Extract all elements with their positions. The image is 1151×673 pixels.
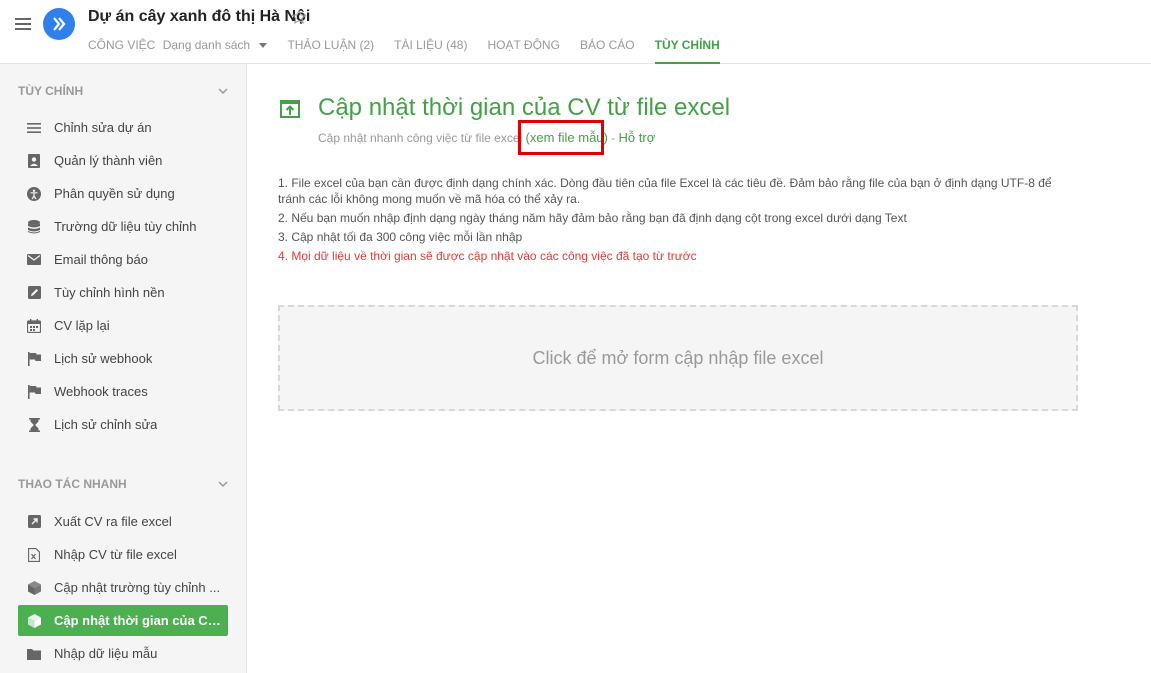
tab-tai-lieu[interactable]: TÀI LIỆU (48) [394,38,467,64]
sidebar-item-label: Email thông báo [54,252,148,267]
sidebar-item-xuat-cv[interactable]: Xuất CV ra file excel [18,506,228,537]
annotation-highlight-box [518,120,604,155]
sidebar-item-tuy-chinh-hinh-nen[interactable]: Tùy chỉnh hình nền [18,277,228,308]
upload-dropzone[interactable]: Click để mở form cập nhập file excel [278,305,1078,411]
cube-icon [27,613,41,628]
instruction-item: 1. File excel của bạn cần được định dạng… [278,176,1052,206]
sidebar-item-label: Lịch sử webhook [54,351,153,366]
sidebar-item-phan-quyen[interactable]: Phân quyền sử dụng [18,178,228,209]
star-icon[interactable] [291,9,307,25]
sidebar-item-label: Quản lý thành viên [54,153,163,168]
view-mode-select[interactable]: Dạng danh sách [163,38,250,52]
sidebar-section-thao-tac-nhanh[interactable]: THAO TÁC NHANH [18,477,228,491]
tab-tuy-chinh[interactable]: TÙY CHỈNH [654,38,720,64]
sidebar-item-nhap-cv[interactable]: Nhập CV từ file excel [18,539,228,570]
flag-icon [27,351,41,366]
sidebar-item-label: Chỉnh sửa dự án [54,120,152,135]
section-heading: TÙY CHỈNH [18,84,84,98]
sidebar-item-label: Nhập CV từ file excel [54,547,177,562]
sidebar-item-lich-su-webhook[interactable]: Lịch sử webhook [18,343,228,374]
sidebar-item-label: Cập nhật trường tùy chỉnh ... [54,580,221,595]
sidebar-item-truong-du-lieu[interactable]: Trường dữ liệu tùy chỉnh [18,211,228,242]
instruction-warning: 4. Mọi dữ liệu về thời gian sẽ được cập … [278,249,697,263]
tab-bao-cao[interactable]: BÁO CÁO [580,38,635,64]
tab-label: CÔNG VIỆC [88,38,156,52]
database-icon [27,219,41,234]
sidebar-item-webhook-traces[interactable]: Webhook traces [18,376,228,407]
sidebar-item-cap-nhat-thoi-gian[interactable]: Cập nhật thời gian của CV ... [18,605,228,636]
calendar-icon [27,318,41,333]
instruction-item: 2. Nếu bạn muốn nhập định dạng ngày thán… [278,211,907,225]
excel-file-icon [27,547,41,562]
sidebar-item-lich-su-chinh-sua[interactable]: Lịch sử chỉnh sửa [18,409,228,440]
section-heading: THAO TÁC NHANH [18,477,127,491]
flag-icon [27,384,41,399]
sidebar-item-label: Phân quyền sử dụng [54,186,175,201]
caret-down-icon[interactable] [259,43,268,49]
contact-icon [27,153,41,168]
hourglass-icon [27,417,41,432]
dropzone-label: Click để mở form cập nhập file excel [532,347,824,368]
tab-thao-luan[interactable]: THẢO LUẬN (2) [287,38,374,64]
app-logo[interactable] [43,8,75,40]
project-title: Dự án cây xanh đô thị Hà Nội [88,8,311,25]
hamburger-menu-icon[interactable] [15,18,31,32]
sidebar-item-email-thong-bao[interactable]: Email thông báo [18,244,228,275]
cube-icon [27,580,41,595]
folder-icon [27,647,41,661]
sidebar-item-quan-ly-thanh-vien[interactable]: Quản lý thành viên [18,145,228,176]
tab-cong-viec[interactable]: CÔNG VIỆC Dạng danh sách [88,38,268,64]
chevron-down-icon [218,481,228,488]
sidebar-item-label: Cập nhật thời gian của CV ... [54,613,228,628]
sidebar-section-tuy-chinh[interactable]: TÙY CHỈNH [18,84,228,98]
sidebar-item-cap-nhat-truong[interactable]: Cập nhật trường tùy chỉnh ... [18,572,228,603]
sidebar-item-nhap-du-lieu-mau[interactable]: Nhập dữ liệu mẫu [18,638,228,669]
instruction-item: 3. Cập nhật tối đa 300 công việc mỗi lần… [278,230,523,244]
chevron-down-icon [218,88,228,95]
subtitle-text: Cập nhật nhanh công việc từ file excel [318,131,523,145]
menu-icon [27,121,41,135]
tab-hoat-dong[interactable]: HOẠT ĐỘNG [487,38,559,64]
sidebar: TÙY CHỈNH Chỉnh sửa dự án Quản lý thành … [0,64,247,673]
email-icon [27,253,41,267]
edit-icon [27,286,41,300]
upload-icon [280,100,300,118]
separator: - [607,131,619,145]
page-subtitle: Cập nhật nhanh công việc từ file excel (… [318,130,655,145]
sidebar-item-label: Trường dữ liệu tùy chỉnh [54,219,197,234]
project-nav: CÔNG VIỆC Dạng danh sách THẢO LUẬN (2) T… [88,38,740,64]
page-title: Cập nhật thời gian của CV từ file excel [318,94,731,121]
sidebar-item-chinh-sua-du-an[interactable]: Chỉnh sửa dự án [18,112,228,143]
accessibility-icon [27,186,41,201]
sidebar-item-label: CV lặp lại [54,318,110,333]
sidebar-item-label: Webhook traces [54,384,148,399]
logo-icon [53,17,66,31]
top-header: Dự án cây xanh đô thị Hà Nội CÔNG VIỆC D… [0,0,1151,64]
export-icon [27,515,41,529]
sidebar-item-label: Xuất CV ra file excel [54,514,172,529]
instructions-list: 1. File excel của bạn cần được định dạng… [278,175,1078,267]
sidebar-item-label: Nhập dữ liệu mẫu [54,646,158,661]
sidebar-item-label: Tùy chỉnh hình nền [54,285,165,300]
sidebar-item-label: Lịch sử chỉnh sửa [54,417,158,432]
support-link[interactable]: Hỗ trợ [619,130,656,145]
sidebar-item-cv-lap-lai[interactable]: CV lặp lại [18,310,228,341]
